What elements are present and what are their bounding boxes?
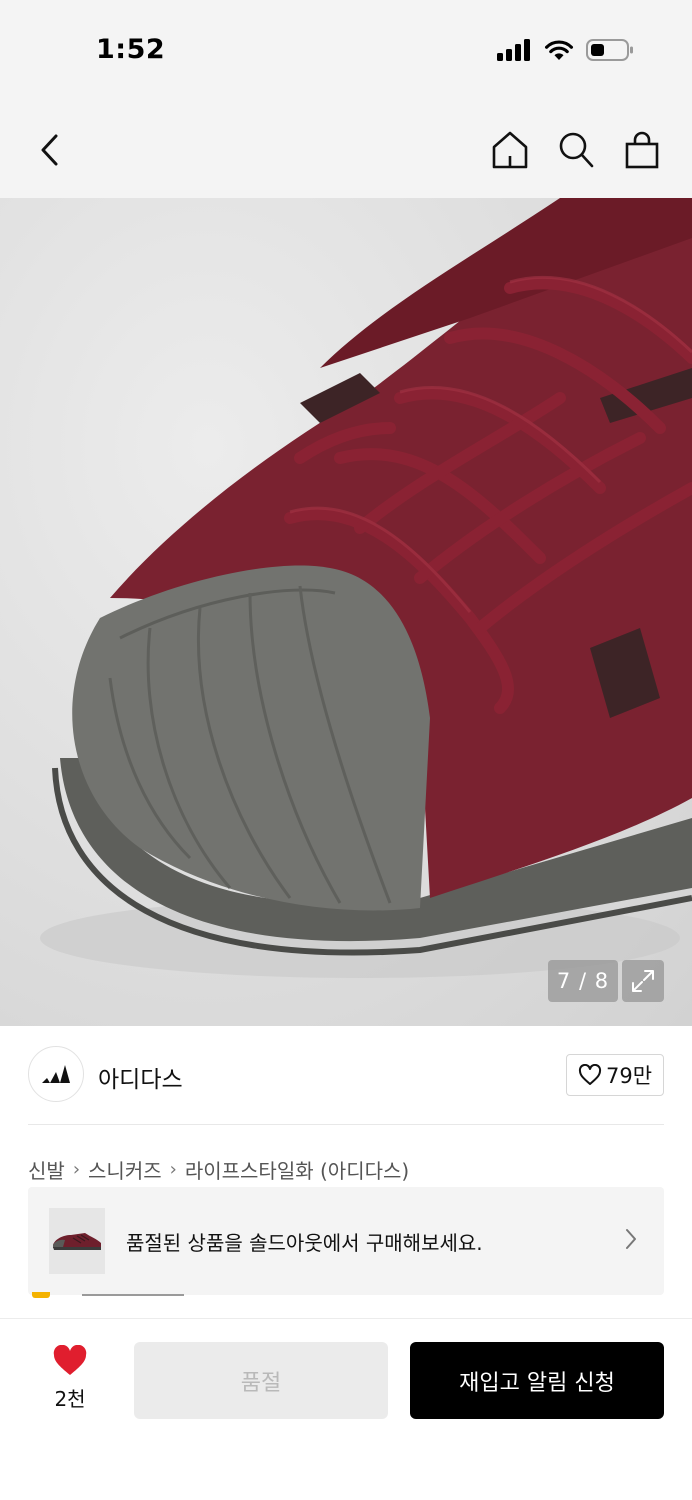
brand-like-count: 79만 <box>605 1064 653 1088</box>
brand-name[interactable]: 아디다스 <box>98 1060 183 1094</box>
breadcrumb-item-shoes[interactable]: 신발 <box>28 1155 65 1184</box>
wishlist-count: 2천 <box>54 1387 86 1411</box>
brand-like-button[interactable]: 79만 <box>566 1054 664 1096</box>
chevron-right-icon: › <box>169 1159 177 1180</box>
search-icon <box>559 132 594 168</box>
wishlist-button[interactable]: 2천 <box>40 1344 100 1412</box>
image-counter: 7 / 8 <box>548 960 618 1002</box>
restock-alert-button[interactable]: 재입고 알림 신청 <box>410 1342 664 1419</box>
cellular-signal-icon <box>497 39 530 61</box>
status-bar: 1:52 <box>0 0 692 100</box>
rating-star-icon <box>32 1292 50 1298</box>
nav-bar <box>0 100 692 198</box>
brand-row: 아디다스 79만 <box>28 1046 664 1104</box>
heart-outline-icon <box>578 1064 602 1085</box>
soldout-banner-text: 품절된 상품을 솔드아웃에서 구매해보세요. <box>126 1231 483 1255</box>
shoe-illustration <box>40 198 692 978</box>
chevron-right-icon <box>624 1227 638 1255</box>
nav-actions <box>490 128 662 172</box>
chevron-left-icon <box>41 134 58 166</box>
search-button[interactable] <box>556 128 596 172</box>
back-button[interactable] <box>30 128 70 172</box>
breadcrumb-item-sneakers[interactable]: 스니커즈 <box>88 1155 162 1184</box>
adidas-logo-icon <box>42 1065 70 1083</box>
cart-button[interactable] <box>622 128 662 172</box>
wifi-icon <box>545 40 573 60</box>
peek-underline <box>82 1294 184 1296</box>
soldout-banner[interactable]: 품절된 상품을 솔드아웃에서 구매해보세요. <box>28 1187 664 1295</box>
home-button[interactable] <box>490 128 530 172</box>
shopping-bag-icon <box>625 131 659 169</box>
chevron-right-icon: › <box>72 1159 81 1180</box>
status-icons <box>496 38 634 62</box>
divider <box>28 1124 664 1125</box>
product-image[interactable] <box>0 198 692 1026</box>
heart-filled-icon <box>53 1344 87 1375</box>
bottom-action-bar: 2천 품절 재입고 알림 신청 <box>0 1318 692 1500</box>
brand-logo[interactable] <box>28 1046 84 1102</box>
expand-image-button[interactable] <box>622 960 664 1002</box>
soldout-button: 품절 <box>134 1342 388 1419</box>
banner-thumbnail <box>49 1208 105 1274</box>
expand-icon <box>632 970 654 992</box>
battery-icon <box>586 39 633 61</box>
breadcrumb: 신발 › 스니커즈 › 라이프스타일화 (아디다스) <box>28 1155 409 1184</box>
home-icon <box>492 131 528 169</box>
status-time: 1:52 <box>96 34 166 65</box>
sneaker-thumbnail-icon <box>53 1233 101 1250</box>
breadcrumb-item-lifestyle[interactable]: 라이프스타일화 (아디다스) <box>185 1155 409 1184</box>
